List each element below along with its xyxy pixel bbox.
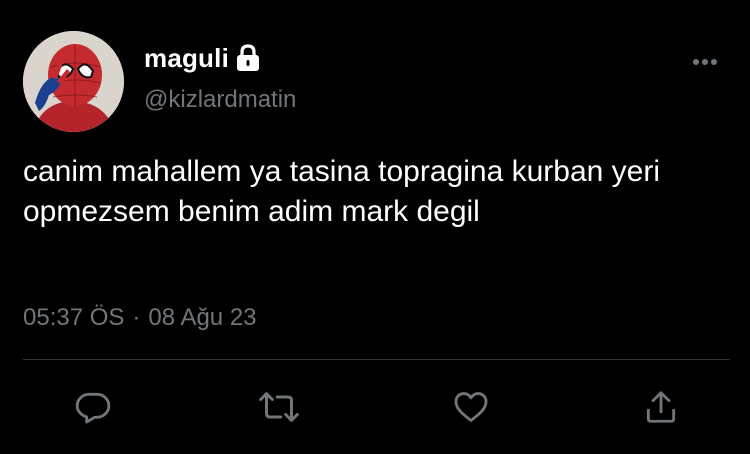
retweet-button[interactable]	[258, 388, 300, 430]
retweet-icon	[259, 387, 299, 432]
more-horizontal-icon	[692, 53, 718, 71]
heart-icon	[452, 388, 490, 431]
avatar[interactable]	[23, 31, 124, 132]
like-button[interactable]	[450, 388, 492, 430]
author-row: maguli	[144, 40, 261, 76]
share-button[interactable]	[640, 388, 682, 430]
handle[interactable]: @kizlardmatin	[144, 86, 296, 114]
reply-button[interactable]	[72, 388, 114, 430]
tweet-meta: 05:37 ÖS · 08 Ağu 23	[23, 304, 257, 332]
divider	[23, 359, 730, 360]
tweet-time[interactable]: 05:37 ÖS	[23, 304, 124, 332]
display-name[interactable]: maguli	[144, 43, 229, 74]
tweet-text: canim mahallem ya tasina topragina kurba…	[23, 155, 669, 228]
reply-icon	[74, 388, 112, 431]
lock-icon	[235, 44, 261, 72]
tweet-date[interactable]: 08 Ağu 23	[148, 304, 256, 332]
meta-separator: ·	[132, 304, 141, 331]
share-icon	[642, 388, 680, 431]
more-options-button[interactable]	[688, 52, 722, 72]
